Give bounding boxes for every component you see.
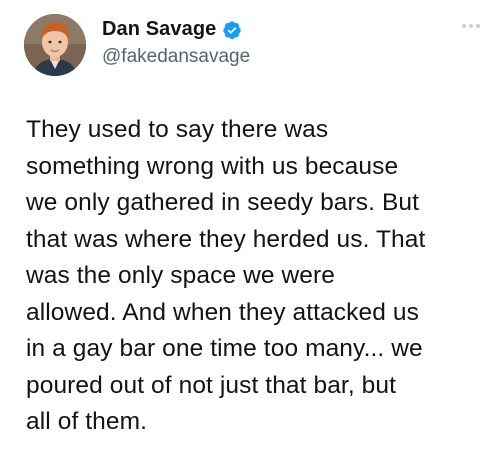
tweet-text-line: all of them. xyxy=(26,408,148,435)
tweet-text-line: something wrong with us because xyxy=(26,152,399,180)
more-dot xyxy=(476,24,480,28)
more-dot xyxy=(462,24,466,28)
author-display-name[interactable]: Dan Savage xyxy=(102,18,216,41)
tweet-text-line: poured out of not just that bar, but xyxy=(26,371,396,399)
avatar[interactable] xyxy=(24,14,86,76)
verified-badge-icon xyxy=(222,20,242,40)
tweet-text-line: in a gay bar one time too many... we xyxy=(26,335,423,362)
more-horizontal-icon[interactable] xyxy=(462,24,480,28)
author-handle[interactable]: @fakedansavage xyxy=(102,46,250,68)
avatar-image xyxy=(24,14,86,76)
tweet-text-line: was the only space we were xyxy=(26,262,336,289)
tweet-text: They used to say there was something wro… xyxy=(26,112,492,441)
tweet-text-line: that was where they herded us. That xyxy=(26,225,426,253)
author-name-row: Dan Savage xyxy=(102,18,242,41)
tweet-text-line: we only gathered in seedy bars. But xyxy=(26,189,420,216)
more-dot xyxy=(469,24,473,28)
tweet-text-line: They used to say there was xyxy=(26,116,329,143)
tweet-text-line: allowed. And when they attacked us xyxy=(26,298,419,326)
tweet: Dan Savage @fakedansavage They used to s… xyxy=(0,0,500,452)
